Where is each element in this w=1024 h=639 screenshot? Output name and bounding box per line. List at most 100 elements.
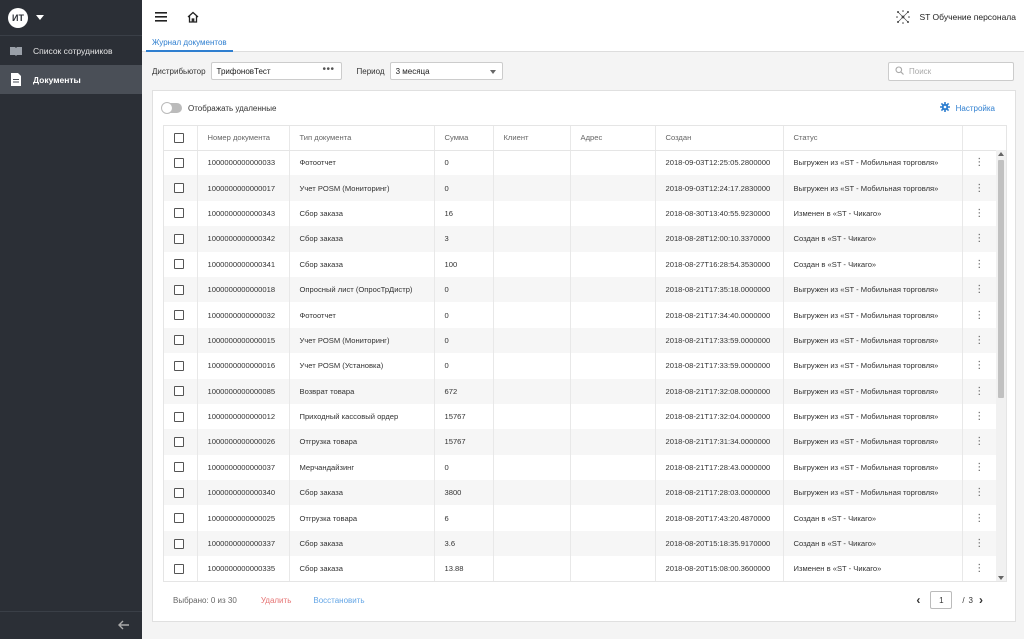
column-header[interactable]: Адрес bbox=[570, 126, 656, 151]
doc-type: Учет POSM (Мониторинг) bbox=[289, 175, 435, 201]
select-all-checkbox[interactable] bbox=[164, 126, 198, 151]
table-row[interactable]: 1000000000000026 Отгрузка товара 15767 2018… bbox=[164, 429, 996, 455]
scroll-up-icon[interactable] bbox=[998, 152, 1004, 156]
row-checkbox[interactable] bbox=[164, 251, 198, 277]
tab-document-journal[interactable]: Журнал документов bbox=[146, 34, 233, 52]
table-row[interactable]: 1000000000000341 Сбор заказа 100 2018-08-27… bbox=[164, 251, 996, 277]
column-header[interactable]: Создан bbox=[655, 126, 784, 151]
row-checkbox[interactable] bbox=[164, 454, 198, 481]
chevron-right-icon[interactable]: › bbox=[979, 593, 983, 607]
period-select[interactable]: 3 месяца bbox=[389, 62, 503, 80]
table-row[interactable]: 1000000000000016 Учет POSM (Установка) 0 20… bbox=[164, 353, 996, 379]
chevron-down-icon bbox=[489, 70, 496, 74]
row-menu-icon[interactable]: ⋮ bbox=[962, 403, 996, 430]
row-menu-icon[interactable]: ⋮ bbox=[962, 251, 996, 277]
row-checkbox[interactable] bbox=[164, 530, 198, 557]
sidebar-item-employees[interactable]: Список сотрудников bbox=[0, 36, 142, 65]
row-menu-icon[interactable]: ⋮ bbox=[962, 505, 996, 531]
table-row[interactable]: 1000000000000017 Учет POSM (Мониторинг) 0 2… bbox=[164, 175, 996, 201]
column-header[interactable]: Клиент bbox=[493, 126, 571, 151]
avatar[interactable]: ИТ bbox=[8, 7, 28, 28]
show-deleted-toggle[interactable] bbox=[161, 102, 182, 114]
table-row[interactable]: 1000000000000337 Сбор заказа 3.6 2018-08-20… bbox=[164, 530, 996, 557]
doc-type: Отгрузка товара bbox=[289, 505, 435, 531]
distributor-field[interactable]: ТрифоновТест ••• bbox=[210, 62, 342, 80]
table-scrollbar[interactable] bbox=[996, 150, 1006, 581]
table-row[interactable]: 1000000000000033 Фотоотчет 0 2018-09-03T12:… bbox=[164, 150, 996, 176]
row-checkbox[interactable] bbox=[164, 556, 198, 581]
table-row[interactable]: 1000000000000343 Сбор заказа 16 2018-08-30T… bbox=[164, 200, 996, 227]
settings-button[interactable]: Настройка bbox=[939, 102, 995, 114]
doc-client bbox=[493, 226, 571, 252]
row-checkbox[interactable] bbox=[164, 378, 198, 404]
table-row[interactable]: 1000000000000012 Приходный кассовый ордер… bbox=[164, 403, 996, 430]
table-row[interactable]: 1000000000000015 Учет POSM (Мониторинг) 0 2… bbox=[164, 327, 996, 354]
row-menu-icon[interactable]: ⋮ bbox=[962, 353, 996, 379]
row-menu-icon[interactable]: ⋮ bbox=[962, 150, 996, 176]
row-checkbox[interactable] bbox=[164, 302, 198, 328]
column-header[interactable]: Сумма bbox=[434, 126, 494, 151]
row-checkbox[interactable] bbox=[164, 327, 198, 354]
scrollbar-thumb[interactable] bbox=[998, 160, 1004, 398]
row-checkbox[interactable] bbox=[164, 200, 198, 227]
doc-client bbox=[493, 454, 571, 481]
arrow-left-icon[interactable] bbox=[118, 620, 130, 632]
row-menu-icon[interactable]: ⋮ bbox=[962, 302, 996, 328]
row-menu-icon[interactable]: ⋮ bbox=[962, 429, 996, 455]
sidebar-item-documents[interactable]: Документы bbox=[0, 65, 142, 94]
row-menu-icon[interactable]: ⋮ bbox=[962, 556, 996, 581]
column-header[interactable]: Номер документа bbox=[197, 126, 290, 151]
row-checkbox[interactable] bbox=[164, 505, 198, 531]
row-checkbox[interactable] bbox=[164, 276, 198, 303]
restore-button[interactable]: Восстановить bbox=[313, 596, 364, 605]
row-menu-icon[interactable]: ⋮ bbox=[962, 378, 996, 404]
row-menu-icon[interactable]: ⋮ bbox=[962, 226, 996, 252]
menu-icon[interactable] bbox=[153, 9, 169, 25]
row-checkbox[interactable] bbox=[164, 480, 198, 506]
row-menu-icon[interactable]: ⋮ bbox=[962, 454, 996, 481]
doc-number: 1000000000000337 bbox=[197, 530, 290, 557]
brand: ST Обучение персонала bbox=[895, 0, 1016, 34]
row-menu-icon[interactable]: ⋮ bbox=[962, 276, 996, 303]
table-row[interactable]: 1000000000000342 Сбор заказа 3 2018-08-28T1… bbox=[164, 226, 996, 252]
row-checkbox[interactable] bbox=[164, 429, 198, 455]
search-input[interactable]: Поиск bbox=[888, 62, 1014, 81]
page-input[interactable]: 1 bbox=[930, 591, 953, 609]
more-dots-icon[interactable]: ••• bbox=[323, 64, 335, 75]
row-checkbox[interactable] bbox=[164, 226, 198, 252]
row-checkbox[interactable] bbox=[164, 175, 198, 201]
doc-type: Мерчандайзинг bbox=[289, 454, 435, 481]
table-row[interactable]: 1000000000000018 Опросный лист (ОпросТрДи… bbox=[164, 276, 996, 303]
user-menu[interactable]: ИТ bbox=[0, 0, 142, 36]
chevron-left-icon[interactable]: ‹ bbox=[916, 593, 920, 607]
table-row[interactable]: 1000000000000340 Сбор заказа 3800 2018-08-2… bbox=[164, 480, 996, 506]
home-icon[interactable] bbox=[185, 9, 201, 25]
row-menu-icon[interactable]: ⋮ bbox=[962, 480, 996, 506]
row-menu-icon[interactable]: ⋮ bbox=[962, 327, 996, 354]
tab-bar: Журнал документов bbox=[142, 34, 1024, 52]
delete-button[interactable]: Удалить bbox=[261, 596, 292, 605]
doc-client bbox=[493, 480, 571, 506]
filter-bar: Дистрибьютор ТрифоновТест ••• Период 3 м… bbox=[142, 52, 1024, 90]
doc-sum: 0 bbox=[434, 175, 494, 201]
row-checkbox[interactable] bbox=[164, 403, 198, 430]
table-row[interactable]: 1000000000000037 Мерчандайзинг 0 2018-08-21… bbox=[164, 454, 996, 481]
row-checkbox[interactable] bbox=[164, 353, 198, 379]
doc-sum: 13.88 bbox=[434, 556, 494, 581]
table-row[interactable]: 1000000000000335 Сбор заказа 13.88 2018-08-… bbox=[164, 556, 996, 581]
column-header-actions bbox=[962, 126, 996, 151]
sidebar-item-label: Документы bbox=[33, 74, 81, 85]
row-menu-icon[interactable]: ⋮ bbox=[962, 530, 996, 557]
table-row[interactable]: 1000000000000032 Фотоотчет 0 2018-08-21T17:… bbox=[164, 302, 996, 328]
doc-type: Приходный кассовый ордер bbox=[289, 403, 435, 430]
chevron-down-icon[interactable] bbox=[36, 15, 44, 20]
row-menu-icon[interactable]: ⋮ bbox=[962, 175, 996, 201]
row-menu-icon[interactable]: ⋮ bbox=[962, 200, 996, 227]
table-row[interactable]: 1000000000000085 Возврат товара 672 2018-08… bbox=[164, 378, 996, 404]
row-checkbox[interactable] bbox=[164, 150, 198, 176]
table-row[interactable]: 1000000000000025 Отгрузка товара 6 2018-08-… bbox=[164, 505, 996, 531]
show-deleted-label: Отображать удаленные bbox=[188, 103, 277, 113]
doc-client bbox=[493, 378, 571, 404]
column-header[interactable]: Тип документа bbox=[289, 126, 435, 151]
column-header[interactable]: Статус bbox=[783, 126, 963, 151]
